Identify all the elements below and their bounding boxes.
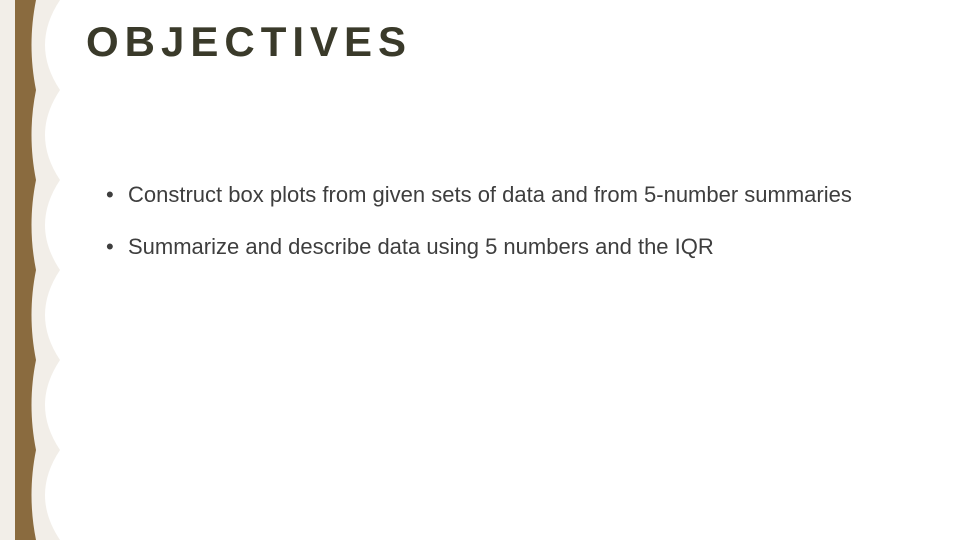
side-wave-decoration [0, 0, 70, 540]
list-item-text: Summarize and describe data using 5 numb… [128, 234, 714, 259]
content-area: Construct box plots from given sets of d… [100, 180, 900, 283]
slide-title: OBJECTIVES [86, 18, 412, 66]
list-item: Construct box plots from given sets of d… [100, 180, 900, 210]
objectives-list: Construct box plots from given sets of d… [100, 180, 900, 261]
list-item: Summarize and describe data using 5 numb… [100, 232, 900, 262]
list-item-text: Construct box plots from given sets of d… [128, 182, 852, 207]
slide: OBJECTIVES Construct box plots from give… [0, 0, 960, 540]
